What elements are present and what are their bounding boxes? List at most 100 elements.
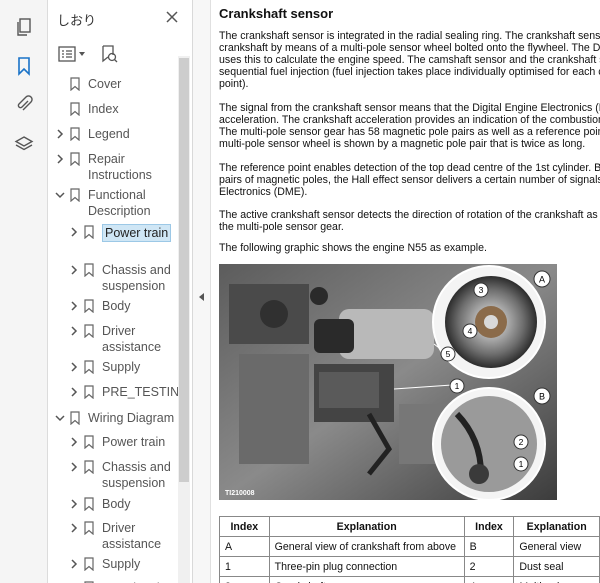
paragraph-line: the multi-pole sensor gear.	[219, 221, 344, 233]
bookmark-label: Supply	[102, 557, 141, 571]
panel-collapse-handle[interactable]	[193, 0, 211, 583]
bookmark-icon	[84, 360, 94, 374]
chevron-down-icon[interactable]	[55, 190, 65, 200]
figure-callout-B: B	[533, 387, 551, 405]
bookmark-label: Chassis and suspension	[102, 262, 171, 294]
figure-callout-5: 5	[440, 346, 456, 362]
bookmark-item[interactable]: Power train	[48, 434, 178, 452]
table-cell: Dust seal	[513, 556, 600, 577]
svg-text:A: A	[539, 275, 545, 285]
navigation-rail	[0, 0, 48, 583]
figure-callout-A: A	[533, 270, 551, 288]
bookmark-label: Power train	[102, 224, 172, 242]
engine-figure: A B 1 1 2 3 4 5 TI210008	[219, 264, 557, 500]
table-row: 3Crankshaft sensor4Multi-pole	[219, 576, 600, 583]
table-header-row: Index Explanation Index Explanation	[219, 516, 600, 537]
bookmark-label-line: Driver	[102, 521, 136, 535]
chevron-right-icon[interactable]	[69, 559, 79, 569]
bookmark-item[interactable]: Body	[48, 298, 178, 316]
section-heading: Crankshaft sensor	[219, 6, 334, 21]
paragraph-line: The active crankshaft sensor detects the…	[219, 209, 600, 221]
bookmark-icon	[84, 299, 94, 313]
bookmark-label-line: Driver	[102, 324, 136, 338]
bookmark-label-line: assistance	[102, 537, 162, 551]
table-cell: 3	[219, 576, 270, 583]
close-icon[interactable]	[164, 9, 180, 25]
bookmark-item[interactable]: Functional Description	[48, 187, 178, 221]
chevron-right-icon[interactable]	[55, 154, 65, 164]
panel-title: しおり	[57, 13, 97, 28]
chevron-left-icon	[199, 293, 204, 301]
bookmark-label: Cover	[88, 77, 122, 91]
bookmark-item[interactable]: Power train	[48, 224, 178, 242]
options-menu-button[interactable]	[58, 42, 88, 66]
table-header-cell: Index	[219, 516, 270, 537]
panel-toolbar	[48, 38, 192, 70]
bookmark-item[interactable]: Wiring Diagram	[48, 410, 178, 428]
bookmark-item[interactable]: Chassis and suspension	[48, 459, 178, 493]
bookmark-item[interactable]: Cover	[48, 76, 178, 94]
body-paragraph: The active crankshaft sensor detects the…	[219, 209, 600, 233]
chevron-right-icon[interactable]	[69, 499, 79, 509]
bookmark-icon[interactable]	[10, 52, 38, 80]
table-row: A General view of crankshaft from above B G…	[219, 536, 600, 557]
bookmark-item[interactable]: Repair Instructions	[48, 151, 178, 185]
svg-text:1: 1	[455, 381, 460, 391]
svg-text:5: 5	[446, 349, 451, 359]
bookmark-label: Driver assistance	[102, 520, 161, 552]
bookmark-item[interactable]: Supply	[48, 556, 178, 574]
bookmark-label-line: suspension	[102, 476, 166, 490]
bookmark-label-line: Repair	[88, 152, 125, 166]
bookmark-icon	[84, 385, 94, 399]
chevron-right-icon[interactable]	[69, 523, 79, 533]
bookmark-label: Functional Description	[88, 187, 151, 219]
paragraph-line: uses this to calculate the engine speed.…	[219, 54, 600, 66]
bookmark-label-line: assistance	[102, 340, 162, 354]
table-row: 1 Three-pin plug connection 2 Dust seal	[219, 556, 600, 577]
scrollbar-thumb[interactable]	[179, 58, 189, 482]
bookmark-label-line: Instructions	[88, 168, 152, 182]
layers-icon[interactable]	[10, 130, 38, 158]
paragraph-line: crankshaft by means of a multi-pole sens…	[219, 42, 600, 54]
bookmark-item[interactable]: Chassis and suspension	[48, 262, 178, 296]
body-paragraph: The following graphic shows the engine N…	[219, 242, 599, 254]
bookmark-item[interactable]: Legend	[48, 126, 178, 144]
chevron-right-icon[interactable]	[55, 129, 65, 139]
attachment-icon[interactable]	[10, 90, 38, 118]
bookmark-item[interactable]: Index	[48, 101, 178, 119]
bookmark-item[interactable]: Driver assistance	[48, 520, 178, 554]
bookmark-label: Wiring Diagram	[88, 411, 175, 425]
chevron-right-icon[interactable]	[69, 326, 79, 336]
bookmark-icon	[84, 557, 94, 571]
bookmarks-panel: しおり Cover Index Legend Repair Instructions Fu…	[48, 0, 193, 583]
bookmark-item[interactable]: PRE_TESTING	[48, 384, 189, 402]
chevron-right-icon[interactable]	[69, 265, 79, 275]
bookmark-label-line: suspension	[102, 279, 166, 293]
bookmark-icon	[84, 435, 94, 449]
paragraph-line: multi-pole sensor wheel is shown by a ma…	[219, 138, 586, 150]
chevron-right-icon[interactable]	[69, 462, 79, 472]
body-paragraph: The signal from the crankshaft sensor me…	[219, 102, 600, 150]
chevron-down-icon[interactable]	[55, 413, 65, 423]
bookmark-item[interactable]: Driver assistance	[48, 323, 178, 357]
figure-callout-1: 1	[449, 378, 465, 394]
bookmark-label: Repair Instructions	[88, 151, 152, 183]
paragraph-line: The reference point enables detection of…	[219, 162, 600, 174]
chevron-right-icon[interactable]	[69, 227, 79, 237]
chevron-right-icon[interactable]	[69, 362, 79, 372]
add-bookmark-button[interactable]	[100, 42, 118, 66]
chevron-right-icon[interactable]	[69, 387, 79, 397]
pages-icon[interactable]	[10, 13, 38, 41]
paragraph-line: Electronics (DME).	[219, 186, 308, 198]
svg-text:B: B	[539, 392, 545, 402]
chevron-right-icon[interactable]	[69, 437, 79, 447]
bookmark-label: Power train	[102, 435, 166, 449]
bookmark-label: Body	[102, 497, 131, 511]
bookmark-item[interactable]: Body	[48, 496, 178, 514]
bookmark-icon	[84, 324, 94, 338]
table-cell: Multi-pole	[513, 576, 600, 583]
bookmark-item[interactable]: Supply	[48, 359, 178, 377]
chevron-right-icon[interactable]	[69, 301, 79, 311]
table-cell: Crankshaft sensor	[268, 576, 465, 583]
bookmark-label-line: Chassis and	[102, 263, 171, 277]
